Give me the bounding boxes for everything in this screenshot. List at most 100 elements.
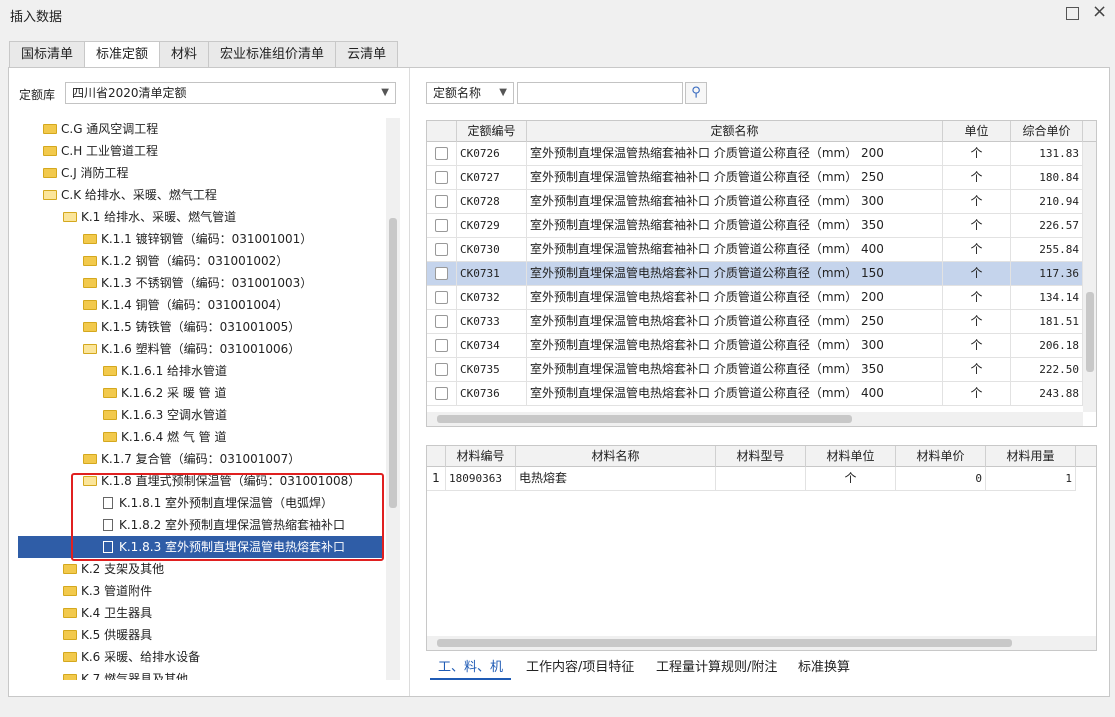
tree-item[interactable]: C.H 工业管道工程 — [43, 140, 158, 162]
tree-item[interactable]: C.J 消防工程 — [43, 162, 129, 184]
table-row[interactable]: CK0729 室外预制直埋保温管热缩套袖补口 介质管道公称直径（mm） 350 个 2… — [427, 214, 1083, 238]
search-input[interactable] — [517, 82, 683, 104]
table-row[interactable]: CK0735 室外预制直埋保温管电热熔套补口 介质管道公称直径（mm） 350 个 2… — [427, 358, 1083, 382]
column-header[interactable]: 材料名称 — [516, 446, 716, 467]
row-checkbox[interactable] — [435, 363, 448, 376]
row-checkbox[interactable] — [435, 267, 448, 280]
cell-unit: 个 — [943, 262, 1011, 286]
table-row[interactable]: CK0732 室外预制直埋保温管电热熔套补口 介质管道公称直径（mm） 200 个 1… — [427, 286, 1083, 310]
column-header[interactable] — [427, 446, 446, 467]
column-header[interactable]: 定额编号 — [457, 121, 527, 142]
table-row[interactable]: CK0736 室外预制直埋保温管电热熔套补口 介质管道公称直径（mm） 400 个 2… — [427, 382, 1083, 406]
cell-code: CK0728 — [457, 190, 527, 214]
cell-name: 室外预制直埋保温管热缩套袖补口 介质管道公称直径（mm） 250 — [527, 166, 943, 190]
quota-hscroll[interactable] — [427, 412, 1083, 426]
column-header[interactable]: 单位 — [943, 121, 1011, 142]
material-table: 材料编号 材料名称 材料型号 材料单位 材料单价 材料用量 1 18090363 电热熔套个 0 1 — [426, 445, 1097, 651]
tree-item-label: K.1.5 铸铁管（编码：031001005） — [101, 320, 301, 334]
tree-item[interactable]: K.1.1 镀锌钢管（编码：031001001） — [83, 228, 312, 250]
tree-item[interactable]: K.4 卫生器具 — [63, 602, 152, 624]
column-header[interactable]: 材料单位 — [806, 446, 896, 467]
cell-code: CK0732 — [457, 286, 527, 310]
column-header[interactable]: 定额名称 — [527, 121, 943, 142]
cell-unit: 个 — [943, 166, 1011, 190]
tab-4[interactable]: 云清单 — [335, 41, 399, 68]
cell-price: 222.50 — [1011, 358, 1083, 382]
tree-item[interactable]: K.2 支架及其他 — [63, 558, 164, 580]
tree-item[interactable]: K.1.5 铸铁管（编码：031001005） — [83, 316, 300, 338]
tree-item[interactable]: C.K 给排水、采暖、燃气工程 — [43, 184, 217, 206]
tree-item-label: C.J 消防工程 — [61, 166, 129, 180]
row-checkbox[interactable] — [435, 219, 448, 232]
tree-scrollbar[interactable] — [386, 118, 400, 680]
detail-tab-0[interactable]: 工、料、机 — [430, 658, 512, 680]
tab-1[interactable]: 标准定额 — [84, 41, 161, 69]
row-checkbox[interactable] — [435, 171, 448, 184]
tree-item[interactable]: K.6 采暖、给排水设备 — [63, 646, 200, 668]
tree-item[interactable]: K.1.4 铜管（编码：031001004） — [83, 294, 288, 316]
table-row[interactable]: CK0731 室外预制直埋保温管电热熔套补口 介质管道公称直径（mm） 150 个 1… — [427, 262, 1083, 286]
folder-icon — [83, 278, 97, 288]
cell-unit: 个 — [943, 214, 1011, 238]
maximize-icon[interactable] — [1066, 7, 1079, 20]
row-checkbox[interactable] — [435, 195, 448, 208]
tree-item[interactable]: K.5 供暖器具 — [63, 624, 152, 646]
tree-item[interactable]: K.1.2 钢管（编码：031001002） — [83, 250, 288, 272]
table-row[interactable]: CK0727 室外预制直埋保温管热缩套袖补口 介质管道公称直径（mm） 250 个 1… — [427, 166, 1083, 190]
tree-item[interactable]: K.1.6.3 空调水管道 — [103, 404, 227, 426]
column-header[interactable] — [427, 121, 457, 142]
table-row[interactable]: CK0728 室外预制直埋保温管热缩套袖补口 介质管道公称直径（mm） 300 个 2… — [427, 190, 1083, 214]
tree-item[interactable]: K.1.6.4 燃 气 管 道 — [103, 426, 226, 448]
row-checkbox[interactable] — [435, 387, 448, 400]
quota-hscroll-thumb[interactable] — [437, 415, 852, 423]
table-row[interactable]: 1 18090363 电热熔套个 0 1 — [427, 467, 1076, 491]
tree-item-label: K.1.1 镀锌钢管（编码：031001001） — [101, 232, 313, 246]
pane-divider[interactable] — [409, 68, 410, 696]
tree-item[interactable]: K.1.7 复合管（编码：031001007） — [83, 448, 300, 470]
table-row[interactable]: CK0730 室外预制直埋保温管热缩套袖补口 介质管道公称直径（mm） 400 个 2… — [427, 238, 1083, 262]
table-row[interactable]: CK0734 室外预制直埋保温管电热熔套补口 介质管道公称直径（mm） 300 个 2… — [427, 334, 1083, 358]
detail-tab-1[interactable]: 工作内容/项目特征 — [526, 658, 634, 680]
row-checkbox[interactable] — [435, 291, 448, 304]
cell-unit: 个 — [943, 238, 1011, 262]
table-row[interactable]: CK0733 室外预制直埋保温管电热熔套补口 介质管道公称直径（mm） 250 个 1… — [427, 310, 1083, 334]
tree-item[interactable]: K.1.3 不锈钢管（编码：031001003） — [83, 272, 312, 294]
tab-3[interactable]: 宏业标准组价清单 — [208, 41, 337, 68]
detail-tab-3[interactable]: 标准换算 — [798, 658, 850, 680]
library-select[interactable]: 四川省2020清单定额 ▼ — [65, 82, 396, 104]
tree-item[interactable]: K.1.6.1 给排水管道 — [103, 360, 227, 382]
material-hscroll[interactable] — [427, 636, 1096, 650]
column-header[interactable]: 综合单价 — [1011, 121, 1083, 142]
search-field-select[interactable]: 定额名称 ▼ — [426, 82, 514, 104]
column-header[interactable]: 材料用量 — [986, 446, 1076, 467]
table-row[interactable]: CK0726 室外预制直埋保温管热缩套袖补口 介质管道公称直径（mm） 200 个 1… — [427, 142, 1083, 166]
tree-scrollbar-thumb[interactable] — [389, 218, 397, 508]
folder-open-icon — [63, 212, 77, 222]
quota-vscroll[interactable] — [1083, 142, 1096, 412]
table-header: 定额编号 定额名称 单位 综合单价 — [427, 121, 1096, 142]
tab-2[interactable]: 材料 — [159, 41, 210, 68]
tab-0[interactable]: 国标清单 — [9, 41, 86, 68]
tree-item[interactable]: K.7 燃气器具及其他 — [63, 668, 188, 680]
close-icon[interactable]: × — [1092, 2, 1107, 22]
row-checkbox[interactable] — [435, 339, 448, 352]
row-checkbox[interactable] — [435, 243, 448, 256]
material-hscroll-thumb[interactable] — [437, 639, 1012, 647]
tree-item-label: K.2 支架及其他 — [81, 562, 165, 576]
detail-tab-2[interactable]: 工程量计算规则/附注 — [656, 658, 777, 680]
quota-table: 定额编号 定额名称 单位 综合单价 CK0726 室外预制直埋保温管热缩套袖补口 介质管道… — [426, 120, 1097, 427]
column-header[interactable]: 材料型号 — [716, 446, 806, 467]
column-header[interactable]: 材料编号 — [446, 446, 516, 467]
tree-item[interactable]: K.1.6.2 采 暖 管 道 — [103, 382, 226, 404]
tree-item[interactable]: K.1 给排水、采暖、燃气管道 — [63, 206, 236, 228]
row-checkbox[interactable] — [435, 147, 448, 160]
column-header[interactable]: 材料单价 — [896, 446, 986, 467]
folder-icon — [103, 388, 117, 398]
tree-item[interactable]: K.1.6 塑料管（编码：031001006） — [83, 338, 300, 360]
row-checkbox[interactable] — [435, 315, 448, 328]
search-button[interactable]: ⚲ — [685, 82, 707, 104]
tree-item-label: K.1.6.2 采 暖 管 道 — [121, 386, 227, 400]
tree-item[interactable]: K.3 管道附件 — [63, 580, 152, 602]
quota-vscroll-thumb[interactable] — [1086, 292, 1094, 372]
tree-item[interactable]: C.G 通风空调工程 — [43, 118, 158, 140]
